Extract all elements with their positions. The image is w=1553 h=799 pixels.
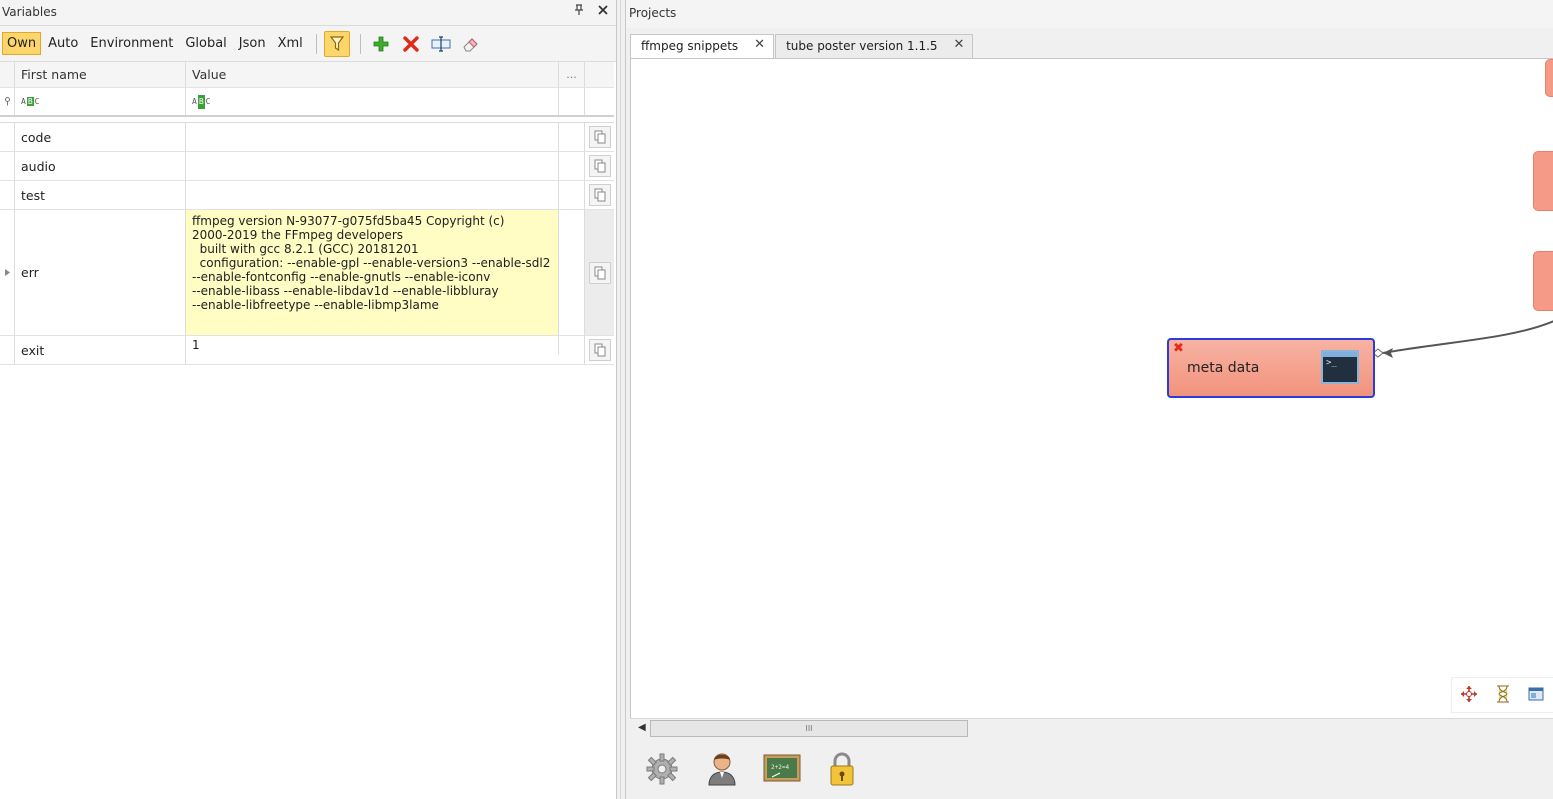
tab-close-icon[interactable]: ✕ bbox=[754, 38, 765, 59]
table-row[interactable]: test bbox=[0, 181, 614, 210]
settings-gear-icon[interactable] bbox=[642, 749, 682, 789]
move-icon[interactable] bbox=[1460, 685, 1478, 706]
copy-icon[interactable] bbox=[588, 339, 611, 361]
variable-value[interactable] bbox=[186, 152, 559, 180]
node-connector bbox=[1372, 320, 1553, 358]
chalkboard-icon[interactable]: 2+2=4 bbox=[762, 749, 802, 789]
variables-panel-header: Variables bbox=[0, 0, 616, 26]
variable-name[interactable]: exit bbox=[15, 336, 186, 364]
hourglass-icon[interactable] bbox=[1496, 685, 1510, 706]
column-header-value[interactable]: Value bbox=[186, 62, 559, 87]
variable-name[interactable]: audio bbox=[15, 152, 186, 180]
scope-environment-button[interactable]: Environment bbox=[85, 32, 178, 55]
variable-name[interactable]: code bbox=[15, 123, 186, 151]
copy-icon[interactable] bbox=[588, 261, 611, 284]
scope-xml-button[interactable]: Xml bbox=[273, 32, 308, 55]
user-icon[interactable] bbox=[702, 749, 742, 789]
column-chooser-button[interactable]: ... bbox=[559, 62, 585, 87]
variables-grid: First name Value ... ABC ABC code audio … bbox=[0, 62, 614, 365]
node-label: meta data bbox=[1187, 360, 1260, 376]
projects-panel-title: Projects bbox=[629, 6, 677, 20]
variable-value[interactable]: 1 bbox=[186, 336, 559, 354]
workflow-canvas[interactable]: ✖ meta data >_ bbox=[630, 58, 1553, 718]
filter-row-icon bbox=[0, 88, 15, 115]
variable-value[interactable]: ffmpeg version N-93077-g075fd5ba45 Copyr… bbox=[186, 210, 559, 335]
variable-name[interactable]: err bbox=[15, 210, 186, 335]
table-row[interactable]: code bbox=[0, 123, 614, 152]
tab-tube-poster[interactable]: tube poster version 1.1.5 ✕ bbox=[775, 34, 974, 58]
column-header-first-name[interactable]: First name bbox=[15, 62, 186, 87]
workflow-node-meta-data[interactable]: ✖ meta data >_ bbox=[1167, 338, 1375, 398]
variable-value[interactable] bbox=[186, 123, 559, 151]
delete-icon[interactable] bbox=[398, 31, 424, 57]
filter-icon[interactable] bbox=[323, 30, 350, 57]
pin-icon[interactable] bbox=[574, 4, 584, 19]
scrollbar-thumb[interactable]: III bbox=[650, 720, 968, 737]
canvas-horizontal-scrollbar[interactable]: ◀ III bbox=[630, 718, 1553, 738]
window-icon[interactable] bbox=[1528, 686, 1544, 705]
rename-icon[interactable] bbox=[428, 31, 454, 57]
svg-text:2+2=4: 2+2=4 bbox=[771, 764, 789, 771]
terminal-icon: >_ bbox=[1321, 350, 1359, 384]
scope-json-button[interactable]: Json bbox=[234, 32, 271, 55]
variable-name[interactable]: test bbox=[15, 181, 186, 209]
table-row[interactable]: err ffmpeg version N-93077-g075fd5ba45 C… bbox=[0, 210, 614, 336]
project-tabs: ffmpeg snippets ✕ tube poster version 1.… bbox=[630, 34, 974, 59]
variable-value[interactable] bbox=[186, 181, 559, 209]
node-error-icon[interactable]: ✖ bbox=[1173, 341, 1184, 356]
row-expand-icon[interactable] bbox=[0, 210, 15, 335]
toolbar-separator bbox=[359, 33, 361, 54]
eraser-icon[interactable] bbox=[458, 31, 484, 57]
grid-filter-row: ABC ABC bbox=[0, 88, 614, 117]
bottom-toolbar: 2+2=4 bbox=[630, 738, 1553, 799]
toolbar-separator bbox=[315, 33, 317, 54]
copy-icon[interactable] bbox=[588, 126, 611, 148]
value-filter-input[interactable]: ABC bbox=[186, 88, 559, 115]
abc-icon: ABC bbox=[192, 94, 210, 109]
tab-close-icon[interactable]: ✕ bbox=[954, 38, 965, 58]
projects-panel-header: Projects bbox=[626, 0, 1553, 28]
panel-splitter[interactable] bbox=[616, 0, 626, 799]
table-row[interactable]: exit 1 bbox=[0, 336, 614, 365]
abc-icon: ABC bbox=[21, 97, 40, 106]
name-filter-input[interactable]: ABC bbox=[15, 88, 186, 115]
canvas-toolbar bbox=[1451, 677, 1553, 713]
scroll-left-icon[interactable]: ◀ bbox=[638, 722, 646, 733]
variables-panel: Variables Own Auto Environment Global Js… bbox=[0, 0, 616, 799]
copy-icon[interactable] bbox=[588, 155, 611, 177]
tab-label: ffmpeg snippets bbox=[641, 39, 739, 53]
lock-icon[interactable] bbox=[822, 749, 862, 789]
projects-panel: Projects ffmpeg snippets ✕ tube poster v… bbox=[626, 0, 1553, 799]
tab-ffmpeg-snippets[interactable]: ffmpeg snippets ✕ bbox=[630, 34, 775, 59]
close-icon[interactable] bbox=[598, 4, 608, 19]
scope-own-button[interactable]: Own bbox=[2, 32, 42, 55]
scope-auto-button[interactable]: Auto bbox=[43, 32, 83, 55]
tab-label: tube poster version 1.1.5 bbox=[786, 39, 938, 53]
variables-panel-title: Variables bbox=[2, 5, 57, 19]
copy-icon[interactable] bbox=[588, 184, 611, 206]
variables-toolbar: Own Auto Environment Global Json Xml bbox=[0, 26, 616, 62]
grid-header-row: First name Value ... bbox=[0, 62, 614, 88]
scope-global-button[interactable]: Global bbox=[180, 32, 231, 55]
table-row[interactable]: audio bbox=[0, 152, 614, 181]
add-icon[interactable] bbox=[368, 31, 394, 57]
